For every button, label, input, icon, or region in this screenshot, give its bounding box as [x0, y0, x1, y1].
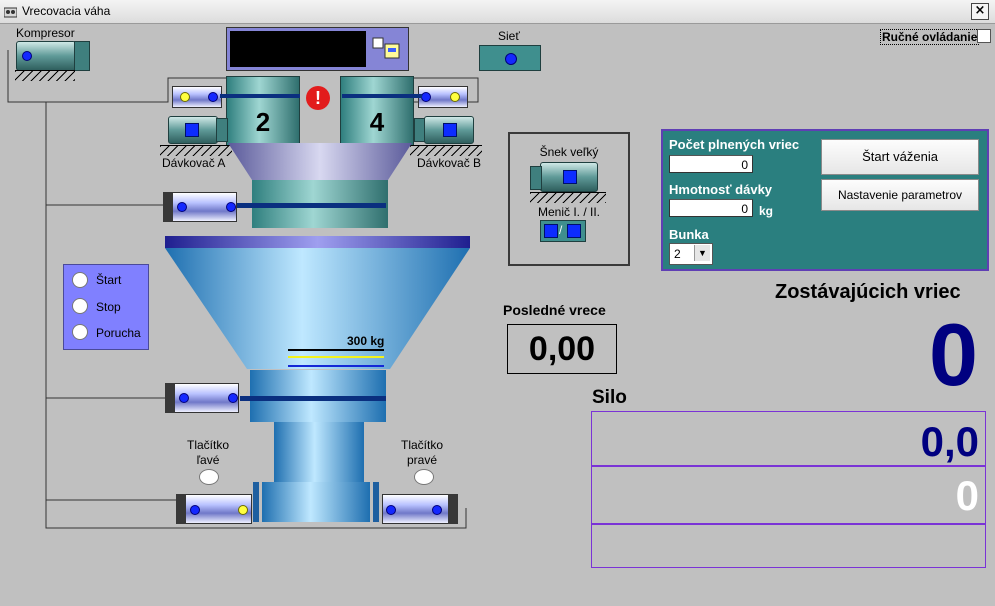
hopper-right: 4	[340, 76, 414, 146]
remaining-bags-label: Zostávajúcich vriec	[775, 281, 961, 303]
auger-motor	[540, 162, 598, 192]
compressor-tank	[74, 41, 90, 71]
upper-cylinder-right-indicator	[450, 92, 460, 102]
status-stop-label: Stop	[96, 300, 121, 314]
silo-extra-row	[591, 523, 986, 568]
weight-mark-label: 300 kg	[347, 334, 385, 348]
lower-slide-rod	[240, 396, 386, 401]
control-panel: Počet plnených vriec 0 Hmotnosť dávky 0 …	[661, 129, 989, 271]
weight-line-yellow	[288, 356, 384, 358]
upper-cylinder-right-port	[421, 92, 431, 102]
hopper-left-number: 2	[255, 107, 271, 137]
start-weighing-button[interactable]: Štart váženia	[821, 139, 979, 175]
silo-label: Silo	[592, 387, 627, 408]
upper-slide-rod	[234, 203, 386, 208]
bag-count-input[interactable]: 0	[669, 155, 753, 173]
bottom-cylinder-left-indicator	[238, 505, 248, 515]
printer-icon	[371, 36, 401, 62]
hopper-left: 2	[226, 76, 300, 146]
network-label: Sieť	[498, 29, 520, 43]
silo-count-row: 0	[591, 465, 986, 525]
auger-base	[530, 192, 606, 203]
doser-b-base	[410, 145, 482, 156]
clamp-left	[253, 482, 259, 522]
inverter-separator: /	[559, 223, 563, 237]
last-bag-value: 0,00	[507, 324, 617, 374]
compressor-label: Kompresor	[16, 26, 75, 40]
weigh-hopper	[165, 248, 470, 369]
remaining-bags-value: 0	[929, 305, 978, 404]
inverter-label: Menič I. / II.	[537, 205, 600, 219]
doser-b-label: Dávkovač B	[417, 156, 482, 170]
status-start-radio[interactable]	[72, 272, 88, 288]
status-fault-radio[interactable]	[72, 324, 88, 340]
inverter-box: /	[540, 220, 586, 242]
auger-box: Šnek veľký Menič I. / II. /	[508, 132, 630, 266]
silo-count-value: 0	[955, 472, 979, 519]
silo-weight-value: 0,0	[920, 418, 979, 465]
upper-rod-right	[342, 94, 422, 98]
dose-weight-label: Hmotnosť dávky	[669, 182, 773, 197]
upper-funnel	[228, 143, 412, 180]
scale-display	[226, 27, 409, 71]
upper-cylinder-left-port	[208, 92, 218, 102]
last-bag-label: Posledné vrece	[503, 302, 606, 318]
button-left-lamp[interactable]	[199, 469, 219, 485]
status-panel: Štart Stop Porucha	[63, 264, 149, 350]
doser-a-label: Dávkovač A	[162, 156, 226, 170]
hopper-right-number: 4	[369, 107, 385, 137]
button-right-lamp[interactable]	[414, 469, 434, 485]
weight-line-black	[288, 349, 384, 351]
inverter-2-indicator	[567, 224, 581, 238]
status-stop-radio[interactable]	[72, 298, 88, 314]
chevron-down-icon[interactable]: ▼	[694, 245, 710, 261]
upper-cylinder-left-indicator	[180, 92, 190, 102]
auger-label: Šnek veľký	[539, 145, 599, 159]
doser-a-gear	[216, 118, 228, 142]
bag-count-label: Počet plnených vriec	[669, 137, 800, 152]
scale-display-screen	[230, 31, 366, 67]
doser-a-motor	[168, 116, 218, 144]
cell-select[interactable]: 2 ▼	[669, 243, 713, 265]
clamp-right	[373, 482, 379, 522]
network-indicator	[505, 53, 517, 65]
doser-b-motor	[424, 116, 474, 144]
outlet-nozzle	[262, 482, 370, 522]
compressor-indicator	[22, 51, 32, 61]
outlet-pipe	[274, 422, 364, 482]
weight-line-blue	[288, 365, 384, 367]
silo-weight-row: 0,0	[591, 411, 986, 467]
settings-button[interactable]: Nastavenie parametrov	[821, 179, 979, 211]
status-fault-label: Porucha	[96, 326, 141, 340]
dose-weight-input[interactable]: 0	[669, 199, 753, 217]
alert-icon: !	[306, 86, 330, 110]
cell-label: Bunka	[669, 227, 709, 242]
compressor-base	[15, 70, 75, 81]
inverter-1-indicator	[544, 224, 558, 238]
button-right-label: Tlačítko pravé	[400, 438, 443, 467]
status-start-label: Štart	[96, 273, 122, 287]
doser-a-base	[160, 145, 232, 156]
network-box	[479, 45, 541, 71]
upper-rod-left	[220, 94, 300, 98]
dose-unit-label: kg	[759, 204, 774, 218]
cell-select-value: 2	[674, 247, 681, 261]
weigh-hopper-rim	[165, 236, 470, 248]
button-left-label: Tlačítko ľavé	[186, 438, 229, 467]
